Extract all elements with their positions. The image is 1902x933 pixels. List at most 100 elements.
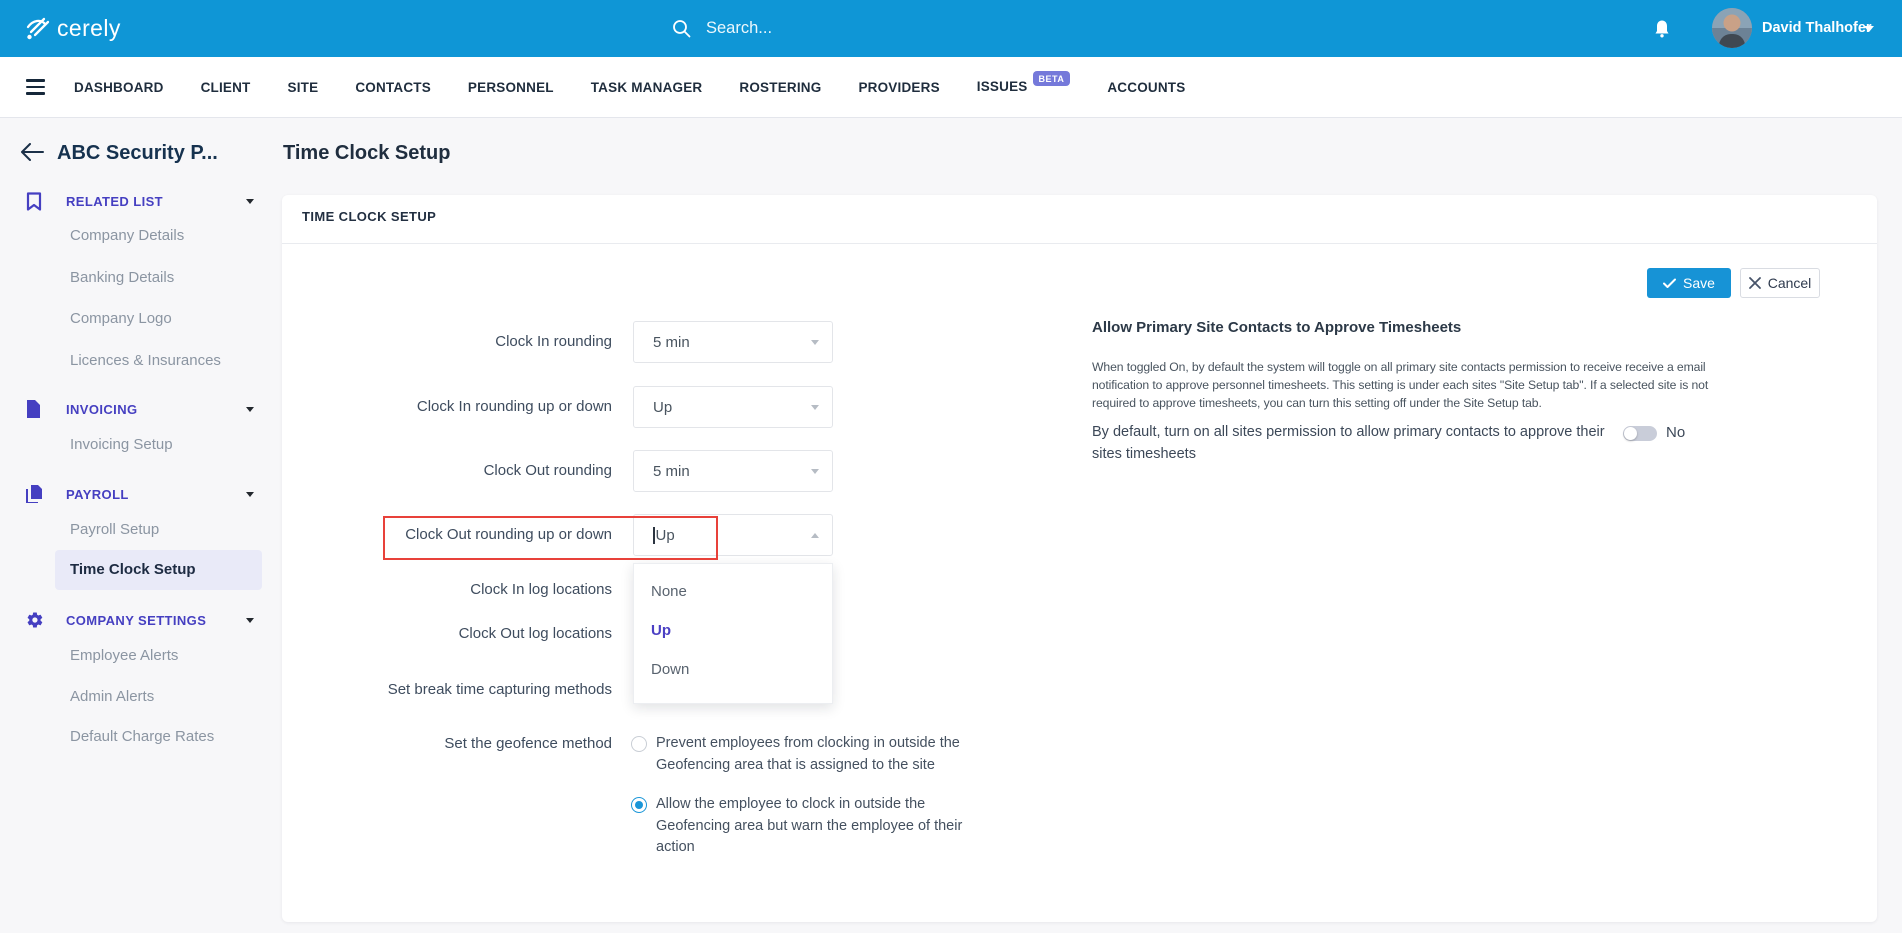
clock-out-rounding-select[interactable]: 5 min [633, 450, 833, 492]
main-nav: DASHBOARD CLIENT SITE CONTACTS PERSONNEL… [0, 57, 1902, 118]
avatar[interactable] [1712, 8, 1752, 48]
chevron-down-icon [246, 618, 254, 623]
label-set-break-time-capturing: Set break time capturing methods [387, 681, 612, 698]
sidebar-item-default-charge-rates[interactable]: Default Charge Rates [70, 727, 214, 747]
radio-label-allow-clock-in-outside[interactable]: Allow the employee to clock in outside t… [656, 794, 978, 859]
sidebar-section-label: COMPANY SETTINGS [66, 613, 207, 628]
chevron-down-icon [811, 340, 819, 345]
nav-item-personnel[interactable]: PERSONNEL [468, 80, 554, 95]
nav-item-accounts[interactable]: ACCOUNTS [1107, 80, 1185, 95]
sidebar-section-company-settings[interactable]: COMPANY SETTINGS [0, 611, 282, 631]
documents-icon [26, 485, 43, 509]
check-icon [1663, 278, 1677, 288]
toggle-label: By default, turn on all sites permission… [1092, 424, 1605, 462]
nav-item-rostering[interactable]: ROSTERING [739, 80, 821, 95]
save-button[interactable]: Save [1647, 268, 1731, 298]
chevron-down-icon [246, 199, 254, 204]
sidebar-item-employee-alerts[interactable]: Employee Alerts [70, 646, 178, 666]
select-value: 5 min [653, 462, 690, 480]
sidebar-item-company-logo[interactable]: Company Logo [70, 309, 172, 329]
sidebar-company-title: ABC Security P... [57, 142, 218, 164]
radio-label-prevent-clock-in-outside[interactable]: Prevent employees from clocking in outsi… [656, 733, 978, 776]
topbar: cerely David Thalhofer [0, 0, 1902, 57]
option-up[interactable]: Up [634, 611, 832, 650]
brand-logo-icon [26, 17, 50, 39]
radio-allow-clock-in-outside[interactable] [631, 797, 647, 813]
page-title: Time Clock Setup [283, 142, 451, 164]
bookmark-icon [26, 192, 42, 217]
sidebar-item-invoicing-setup[interactable]: Invoicing Setup [70, 435, 173, 455]
nav-item-task-manager[interactable]: TASK MANAGER [591, 80, 703, 95]
global-search [672, 0, 1008, 57]
nav-item-issues-label: ISSUES [976, 78, 1028, 94]
sidebar-section-label: RELATED LIST [66, 194, 163, 209]
beta-badge: BETA [1032, 71, 1071, 87]
text-cursor [653, 526, 655, 544]
user-name[interactable]: David Thalhofer [1762, 0, 1872, 57]
cancel-button[interactable]: Cancel [1740, 268, 1820, 298]
label-clock-in-log-locations: Clock In log locations [470, 581, 612, 598]
card-header-divider [282, 243, 1877, 244]
nav-item-client[interactable]: CLIENT [201, 80, 251, 95]
time-clock-setup-card: TIME CLOCK SETUP Save Cancel Clock In ro… [282, 195, 1877, 922]
document-icon [26, 400, 41, 424]
toggle-state-text: No [1666, 424, 1686, 441]
label-clock-out-log-locations: Clock Out log locations [458, 625, 612, 642]
sidebar: ABC Security P... RELATED LIST Company D… [0, 118, 282, 933]
sidebar-item-time-clock-setup[interactable]: Time Clock Setup [55, 550, 262, 590]
clock-out-rounding-direction-select[interactable]: Up [633, 514, 833, 556]
menu-hamburger-icon[interactable] [26, 79, 45, 99]
label-clock-in-rounding-up-down: Clock In rounding up or down [416, 398, 612, 415]
nav-item-dashboard[interactable]: DASHBOARD [74, 80, 164, 95]
option-none[interactable]: None [634, 572, 832, 611]
nav-item-site[interactable]: SITE [288, 80, 319, 95]
sidebar-item-licences-insurances[interactable]: Licences & Insurances [70, 351, 221, 371]
chevron-down-icon [811, 405, 819, 410]
radio-prevent-clock-in-outside[interactable] [631, 736, 647, 752]
nav-item-issues[interactable]: ISSUES BETA [976, 71, 1071, 96]
sidebar-item-admin-alerts[interactable]: Admin Alerts [70, 687, 154, 707]
chevron-down-icon [246, 407, 254, 412]
search-icon [673, 20, 691, 38]
sidebar-item-company-details[interactable]: Company Details [70, 226, 184, 246]
label-set-geofence-method: Set the geofence method [444, 735, 612, 752]
rounding-direction-options-list: None Up Down [633, 563, 833, 704]
chevron-down-icon [246, 492, 254, 497]
sidebar-section-related-list[interactable]: RELATED LIST [0, 192, 282, 212]
notifications-bell-icon[interactable] [1653, 19, 1671, 44]
brand-logo[interactable]: cerely [24, 0, 121, 57]
label-clock-in-rounding: Clock In rounding [495, 333, 612, 350]
nav-item-providers[interactable]: PROVIDERS [858, 80, 939, 95]
option-down[interactable]: Down [634, 650, 832, 689]
user-menu-chevron-down-icon[interactable] [1864, 26, 1874, 32]
card-header: TIME CLOCK SETUP [302, 209, 437, 224]
chevron-up-icon [811, 533, 819, 538]
select-value: 5 min [653, 333, 690, 351]
avatar-photo-icon [1712, 8, 1752, 48]
search-input[interactable] [704, 18, 1008, 39]
sidebar-item-payroll-setup[interactable]: Payroll Setup [70, 520, 159, 540]
gear-icon [26, 611, 44, 635]
sidebar-section-payroll[interactable]: PAYROLL [0, 485, 282, 505]
main-content: Time Clock Setup TIME CLOCK SETUP Save C… [282, 118, 1902, 933]
sidebar-section-label: PAYROLL [66, 487, 129, 502]
info-heading: Allow Primary Site Contacts to Approve T… [1092, 319, 1462, 336]
label-clock-out-rounding-up-down: Clock Out rounding up or down [405, 526, 612, 543]
clock-in-rounding-direction-select[interactable]: Up [633, 386, 833, 428]
close-icon [1748, 277, 1761, 289]
clock-in-rounding-select[interactable]: 5 min [633, 321, 833, 363]
sidebar-item-banking-details[interactable]: Banking Details [70, 268, 174, 288]
toggle-knob [1624, 427, 1637, 440]
sidebar-section-invoicing[interactable]: INVOICING [0, 400, 282, 420]
sidebar-item-label: Time Clock Setup [70, 561, 196, 578]
primary-contacts-toggle[interactable] [1623, 426, 1657, 441]
sidebar-section-label: INVOICING [66, 402, 138, 417]
select-value: Up [653, 398, 673, 416]
nav-item-contacts[interactable]: CONTACTS [355, 80, 431, 95]
label-clock-out-rounding: Clock Out rounding [483, 462, 612, 479]
save-button-label: Save [1683, 275, 1715, 291]
cancel-button-label: Cancel [1767, 275, 1812, 291]
info-body: When toggled On, by default the system w… [1092, 360, 1709, 411]
back-arrow-icon[interactable] [20, 143, 44, 166]
brand-logo-text: cerely [57, 15, 121, 41]
